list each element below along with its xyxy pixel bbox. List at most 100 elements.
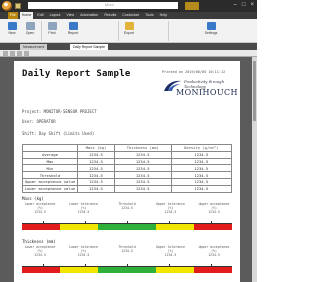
meta-user: User: OPERATOR [22,119,56,124]
report-button[interactable]: Report [62,22,84,35]
table-cell: 1234.5 [113,164,172,173]
tab-layout[interactable]: Layout [48,12,63,19]
close-button[interactable]: × [250,2,254,9]
new-button-label: New [8,31,16,35]
table-cell: 1234.5 [170,150,232,159]
window-title: Moni [105,2,114,7]
gauge-headers: Lower acceptance (%) 1234.5 Lower toleran… [22,202,232,214]
gauge-segment-yellow [156,224,195,230]
first-page-icon[interactable] [3,51,8,56]
table-cell: 1234.5 [113,184,172,193]
table-cell: 1234.5 [113,150,172,159]
table-cell: 1234.5 [77,184,115,193]
print-button[interactable]: Print [44,22,60,35]
folder-icon [25,22,35,30]
document-tabs: Measurement Daily Report Sample [0,43,257,50]
table-row: Max 1234.5 1234.5 1234.5 [22,157,232,166]
tab-view[interactable]: View [64,12,76,19]
report-viewer: Daily Report Sample Printed on 2019/06/0… [0,50,257,282]
context-tab[interactable] [185,2,199,10]
table-header-row: Mass (kg) Thickness (mm) Density (g/cm³) [22,144,232,152]
gauge-value: 1234.5 [121,248,133,253]
settings-button[interactable]: Settings [200,22,222,35]
report-button-label: Report [67,31,79,35]
table-row: Lower acceptance value 1234.5 1234.5 123… [22,184,232,193]
gauge-value: 1234.5 [208,252,220,257]
table-cell: 1234.5 [113,157,172,166]
meta-shift: Shift: Day Shift (Limits Used) [22,131,95,136]
table-cell: 1234.5 [170,164,232,173]
gauge-value: 1234.5 [77,252,90,257]
gauge-headers: Lower acceptance (%) 1234.5 Lower toleran… [22,245,232,257]
report-title: Daily Report Sample [22,69,131,79]
ribbon: New Open Print Report Export Settings [0,19,257,43]
meta-project: Project: MONITOR-SENSOR PROJECT [22,109,97,114]
tab-file[interactable]: File [8,12,18,19]
table-row: Threshold 1234.5 1234.5 1234.5 [22,171,232,179]
scrollbar-thumb[interactable] [253,61,256,121]
open-button[interactable]: Open [22,22,38,35]
table-cell: 1234.5 [113,171,172,179]
export-button-label: Export [123,31,135,35]
table-cell: 1234.5 [170,177,232,186]
title-bar: Moni – □ × [0,0,257,12]
table-cell: 1234.5 [77,164,115,173]
mass-gauge-bar [22,224,232,230]
prev-page-icon[interactable] [10,51,15,56]
viewer-toolbar [0,50,257,57]
ribbon-separator [168,21,169,41]
table-cell: 1234.5 [77,177,115,186]
tab-home[interactable]: Home [19,12,34,19]
row-label: Min [22,164,78,173]
gauge-segment-yellow [59,224,98,230]
export-icon [124,22,134,30]
gauge-value: 1234.5 [164,252,177,257]
gauge-value: 1234.5 [208,209,220,214]
maximize-button[interactable]: □ [242,2,246,9]
table-cell: 1234.5 [170,171,232,179]
column-header: Mass (kg) [77,144,115,152]
quick-save-icon[interactable] [15,3,21,9]
gauge-segment-red [22,224,60,230]
table-row: Upper acceptance value 1234.5 1234.5 123… [22,177,232,186]
zoom-icon[interactable] [24,51,29,56]
gauge-label: Mass (kg) [22,196,44,201]
gauge-segment-red [194,224,232,230]
settings-button-label: Settings [204,31,218,35]
export-button[interactable]: Export [120,22,138,35]
tab-tools[interactable]: Tools [143,12,155,19]
app-logo-icon[interactable] [2,1,12,11]
column-header: Density (g/cm³) [170,144,232,152]
column-header: Thickness (mm) [113,144,172,152]
printer-icon [47,22,57,30]
table-cell: 1234.5 [77,171,115,179]
ribbon-tabs-bar: File Home Edit Layout View Automation Re… [0,12,257,19]
tab-results[interactable]: Results [102,12,118,19]
next-page-icon[interactable] [17,51,22,56]
logo-name: MONIHOUCH [176,88,238,97]
print-date: Printed on 2019/06/05 10:11:12 [162,70,226,74]
tab-edit[interactable]: Edit [35,12,45,19]
window-controls: – □ × [234,2,254,9]
title-area [28,2,178,9]
minimize-button[interactable]: – [234,2,237,9]
open-button-label: Open [25,31,35,35]
tab-automation[interactable]: Automation [78,12,100,19]
tab-help[interactable]: Help [158,12,169,19]
row-label: Average [22,150,78,159]
report-page: Daily Report Sample Printed on 2019/06/0… [14,61,240,282]
vertical-scrollbar[interactable] [252,57,257,282]
gauge-segment-green [97,267,157,273]
ribbon-separator [118,21,119,41]
table-cell: 1234.5 [170,157,232,166]
table-row: Min 1234.5 1234.5 1234.5 [22,164,232,173]
gear-icon [206,22,216,30]
row-label: Lower acceptance value [22,184,78,193]
gauge-segment-yellow [156,267,195,273]
statistics-table: Mass (kg) Thickness (mm) Density (g/cm³)… [22,144,232,193]
new-button[interactable]: New [4,22,20,35]
new-document-icon [7,22,17,30]
gauge-value: 1234.5 [121,205,133,210]
tab-customize[interactable]: Customize [120,12,141,19]
print-button-label: Print [48,31,56,35]
